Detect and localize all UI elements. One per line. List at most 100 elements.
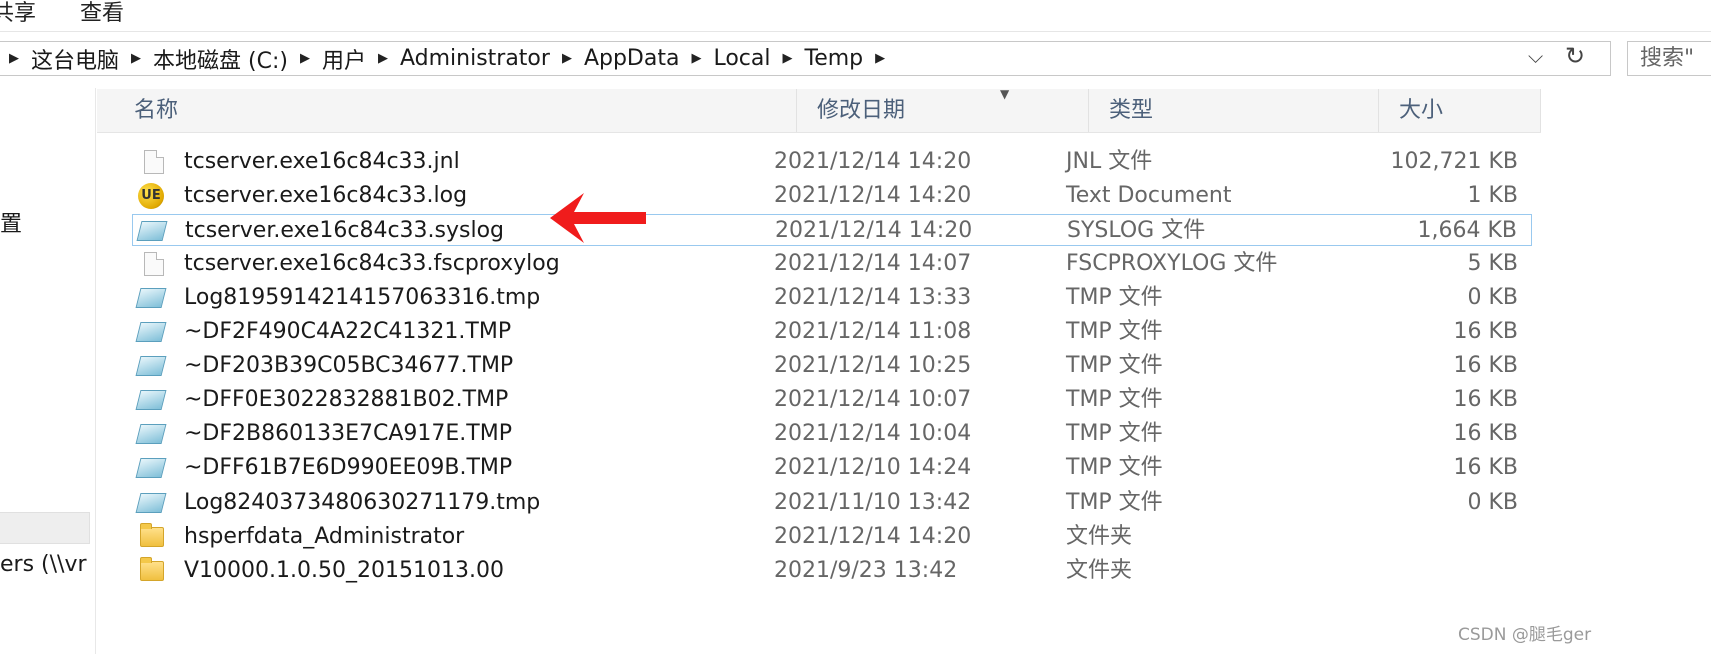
tmp-file-icon	[135, 288, 167, 308]
breadcrumb-separator-icon[interactable]: ▶	[131, 51, 141, 66]
column-header: 名称 修改日期 类型 大小 ▼	[97, 87, 1541, 133]
column-header-name[interactable]: 名称	[97, 89, 797, 132]
file-row[interactable]: ~DF2B860133E7CA917E.TMP 2021/12/14 10:04…	[132, 418, 1532, 450]
file-type: TMP 文件	[1066, 490, 1163, 515]
file-type: JNL 文件	[1066, 149, 1153, 174]
file-row[interactable]: ~DFF61B7E6D990EE09B.TMP 2021/12/10 14:24…	[132, 452, 1532, 484]
refresh-icon[interactable]: ↻	[1565, 42, 1585, 70]
breadcrumb-separator-icon[interactable]: ▶	[9, 51, 19, 66]
breadcrumb-local-disk[interactable]: 本地磁盘 (C:)	[153, 43, 288, 75]
file-size: 16 KB	[1453, 353, 1518, 378]
breadcrumb-local[interactable]: Local	[713, 46, 770, 71]
file-row-selected[interactable]: tcserver.exe16c84c33.syslog 2021/12/14 1…	[132, 214, 1532, 246]
file-size: 16 KB	[1453, 319, 1518, 344]
tmp-file-icon	[135, 424, 167, 444]
breadcrumb-separator-icon[interactable]: ▶	[691, 51, 701, 66]
file-type: FSCPROXYLOG 文件	[1066, 251, 1278, 276]
search-input[interactable]: 搜索"	[1627, 41, 1711, 76]
file-size: 5 KB	[1467, 251, 1518, 276]
folder-row[interactable]: hsperfdata_Administrator 2021/12/14 14:2…	[132, 521, 1532, 553]
file-size: 0 KB	[1467, 285, 1518, 310]
file-type: TMP 文件	[1066, 319, 1163, 344]
tmp-file-icon	[135, 356, 167, 376]
file-size: 1 KB	[1467, 183, 1518, 208]
file-row[interactable]: Log8240373480630271179.tmp 2021/11/10 13…	[132, 487, 1532, 519]
file-date: 2021/12/14 14:20	[775, 218, 973, 243]
file-row[interactable]: ~DFF0E3022832881B02.TMP 2021/12/14 10:07…	[132, 384, 1532, 416]
chevron-down-icon[interactable]: ⌵	[1528, 44, 1543, 68]
folder-icon	[140, 523, 164, 547]
ultraedit-icon: UE	[138, 183, 164, 209]
breadcrumb-separator-icon[interactable]: ▶	[783, 51, 793, 66]
file-type: 文件夹	[1066, 524, 1133, 549]
nav-item-selected[interactable]	[0, 512, 90, 544]
file-date: 2021/12/14 10:04	[774, 421, 972, 446]
document-icon	[144, 150, 164, 174]
file-name: tcserver.exe16c84c33.jnl	[184, 149, 460, 174]
file-name: ~DF203B39C05BC34677.TMP	[184, 353, 514, 378]
nav-item-network[interactable]: ers (\\vr	[0, 552, 87, 577]
ribbon-bar: 共享 查看	[0, 0, 1711, 32]
file-row[interactable]: Log8195914214157063316.tmp 2021/12/14 13…	[132, 282, 1532, 314]
tmp-file-icon	[135, 458, 167, 478]
breadcrumb-temp[interactable]: Temp	[805, 46, 864, 71]
red-arrow-annotation-icon	[550, 193, 646, 243]
file-name: tcserver.exe16c84c33.fscproxylog	[184, 251, 560, 276]
file-type: SYSLOG 文件	[1067, 218, 1206, 243]
file-type: TMP 文件	[1066, 387, 1163, 412]
folder-icon	[140, 557, 164, 581]
file-row[interactable]: tcserver.exe16c84c33.fscproxylog 2021/12…	[132, 248, 1532, 280]
ribbon-tab-share[interactable]: 共享	[0, 0, 36, 28]
file-date: 2021/12/14 14:07	[774, 251, 972, 276]
file-name: Log8240373480630271179.tmp	[184, 490, 541, 515]
tmp-file-icon	[135, 390, 167, 410]
breadcrumb: ▶ 这台电脑 ▶ 本地磁盘 (C:) ▶ 用户 ▶ Administrator …	[9, 42, 897, 75]
file-row[interactable]: ~DF203B39C05BC34677.TMP 2021/12/14 10:25…	[132, 350, 1532, 382]
file-row[interactable]: ~DF2F490C4A22C41321.TMP 2021/12/14 11:08…	[132, 316, 1532, 348]
breadcrumb-administrator[interactable]: Administrator	[400, 46, 550, 71]
tmp-file-icon	[135, 493, 167, 513]
folder-row[interactable]: V10000.1.0.50_20151013.00 2021/9/23 13:4…	[132, 555, 1532, 587]
document-icon	[144, 252, 164, 276]
file-type: TMP 文件	[1066, 455, 1163, 480]
file-name: tcserver.exe16c84c33.log	[184, 183, 468, 208]
breadcrumb-separator-icon[interactable]: ▶	[875, 51, 885, 66]
column-header-type[interactable]: 类型	[1089, 89, 1379, 132]
nav-item[interactable]: 置	[0, 206, 22, 238]
file-date: 2021/12/14 11:08	[774, 319, 972, 344]
file-date: 2021/11/10 13:42	[774, 490, 972, 515]
breadcrumb-separator-icon[interactable]: ▶	[300, 51, 310, 66]
breadcrumb-separator-icon[interactable]: ▶	[378, 51, 388, 66]
file-type: TMP 文件	[1066, 285, 1163, 310]
file-date: 2021/12/10 14:24	[774, 455, 972, 480]
breadcrumb-separator-icon[interactable]: ▶	[562, 51, 572, 66]
file-name: ~DF2F490C4A22C41321.TMP	[184, 319, 512, 344]
column-header-date[interactable]: 修改日期	[797, 89, 1089, 132]
file-type: 文件夹	[1066, 558, 1133, 583]
file-name: ~DFF0E3022832881B02.TMP	[184, 387, 509, 412]
file-size: 1,664 KB	[1417, 218, 1518, 243]
file-date: 2021/12/14 14:20	[774, 524, 972, 549]
file-date: 2021/12/14 14:20	[774, 149, 972, 174]
breadcrumb-appdata[interactable]: AppData	[584, 46, 680, 71]
file-name: Log8195914214157063316.tmp	[184, 285, 541, 310]
file-row[interactable]: UE tcserver.exe16c84c33.log 2021/12/14 1…	[132, 180, 1532, 212]
tmp-file-icon	[136, 221, 168, 241]
tmp-file-icon	[135, 322, 167, 342]
file-name: ~DFF61B7E6D990EE09B.TMP	[184, 455, 513, 480]
file-date: 2021/12/14 10:07	[774, 387, 972, 412]
file-size: 16 KB	[1453, 421, 1518, 446]
breadcrumb-users[interactable]: 用户	[322, 43, 366, 75]
ribbon-tab-view[interactable]: 查看	[80, 0, 124, 28]
file-type: TMP 文件	[1066, 353, 1163, 378]
file-size: 102,721 KB	[1390, 149, 1519, 174]
file-row[interactable]: tcserver.exe16c84c33.jnl 2021/12/14 14:2…	[132, 146, 1532, 178]
file-size: 16 KB	[1453, 387, 1518, 412]
file-date: 2021/12/14 10:25	[774, 353, 972, 378]
address-bar[interactable]: ▶ 这台电脑 ▶ 本地磁盘 (C:) ▶ 用户 ▶ Administrator …	[0, 41, 1611, 76]
breadcrumb-this-pc[interactable]: 这台电脑	[31, 43, 119, 75]
file-size: 0 KB	[1467, 490, 1518, 515]
column-header-size[interactable]: 大小	[1379, 89, 1541, 132]
file-type: TMP 文件	[1066, 421, 1163, 446]
file-name: tcserver.exe16c84c33.syslog	[185, 218, 505, 243]
